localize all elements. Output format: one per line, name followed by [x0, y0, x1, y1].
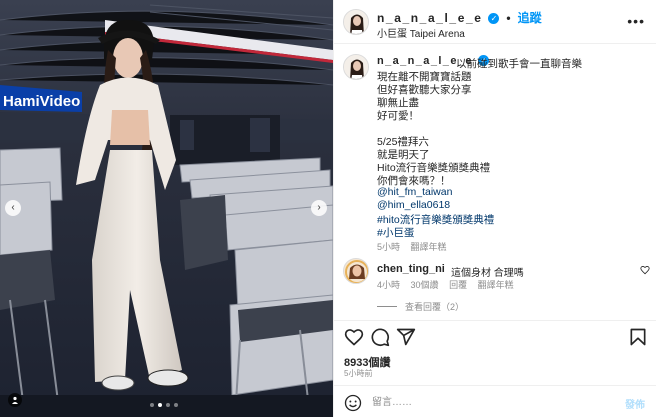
carousel-dot [150, 403, 154, 407]
post-comment-button[interactable]: 發佈 [625, 396, 645, 411]
translate-link[interactable]: 翻譯年糕 [411, 242, 447, 252]
send-icon[interactable] [396, 327, 416, 347]
more-options-icon[interactable]: ••• [627, 13, 645, 29]
carousel-dot-active [158, 403, 162, 407]
post-media[interactable]: HamiVideo ‹ › [0, 0, 333, 417]
post-sidebar: n_a_n_a_l_e_e ✓ • 追蹤 小巨蛋 Taipei Arena ••… [333, 0, 656, 417]
post-header: n_a_n_a_l_e_e ✓ • 追蹤 小巨蛋 Taipei Arena ••… [334, 0, 656, 44]
chevron-left-icon[interactable]: ‹ [5, 200, 21, 216]
post-timestamp: 5小時前 [344, 369, 373, 378]
carousel-dot [166, 403, 170, 407]
caption-avatar[interactable] [343, 54, 369, 80]
header-username[interactable]: n_a_n_a_l_e_e [377, 11, 483, 25]
hashtag-link[interactable]: #小巨蛋 [377, 225, 414, 240]
replies-divider [377, 306, 397, 307]
avatar-image [344, 55, 368, 79]
caption-time: 5小時 [377, 242, 401, 252]
verified-badge-icon: ✓ [488, 13, 500, 24]
comment-input[interactable] [372, 392, 612, 412]
ad-banner-text: HamiVideo [3, 93, 80, 110]
avatar-image [344, 10, 368, 34]
comment-text: 這個身材 合理嗎 [451, 268, 524, 279]
view-replies-button[interactable]: 查看回覆（2） [377, 300, 464, 313]
avatar[interactable] [343, 9, 369, 35]
action-bar [334, 320, 656, 352]
comment-likes[interactable]: 30個讚 [411, 280, 439, 290]
comments-section: n_a_n_a_l_e_e ✓ 以前碰到歌手會一直聊音樂 現在離不開寶寶話題 但… [334, 44, 656, 320]
caption-line: 好可愛！ [377, 110, 419, 122]
comment-username[interactable]: chen_ting_ni [377, 263, 445, 275]
avatar-image [344, 259, 368, 283]
view-replies-label: 查看回覆（2） [405, 302, 465, 312]
carousel-dot [174, 403, 178, 407]
post-photo: HamiVideo [0, 0, 333, 417]
translate-link[interactable]: 翻譯年糕 [478, 280, 514, 290]
reply-button[interactable]: 回覆 [449, 280, 467, 290]
caption-meta: 5小時 翻譯年糕 [377, 240, 455, 253]
mention-link[interactable]: @him_ella0618 [377, 199, 450, 211]
comment-composer: 發佈 [334, 385, 656, 417]
comment-icon[interactable] [370, 327, 390, 347]
comment-heart-icon[interactable] [640, 265, 650, 275]
mention-link[interactable]: @hit_fm_taiwan [377, 186, 452, 198]
bookmark-icon[interactable] [628, 327, 648, 347]
location-link[interactable]: 小巨蛋 Taipei Arena [377, 25, 465, 40]
follow-button[interactable]: 追蹤 [518, 11, 542, 25]
header-separator: • [506, 11, 511, 25]
comment-avatar[interactable] [343, 258, 369, 284]
heart-icon[interactable] [344, 327, 364, 347]
carousel-indicator [150, 403, 178, 407]
comment-time: 4小時 [377, 280, 401, 290]
person-glyph-icon [12, 396, 18, 404]
user-tag-icon[interactable] [8, 393, 22, 407]
emoji-icon[interactable] [344, 394, 362, 412]
chevron-right-icon[interactable]: › [311, 200, 327, 216]
comment-meta: 4小時 30個讚 回覆 翻譯年糕 [377, 278, 522, 291]
caption-line: 以前碰到歌手會一直聊音樂 [456, 58, 582, 70]
